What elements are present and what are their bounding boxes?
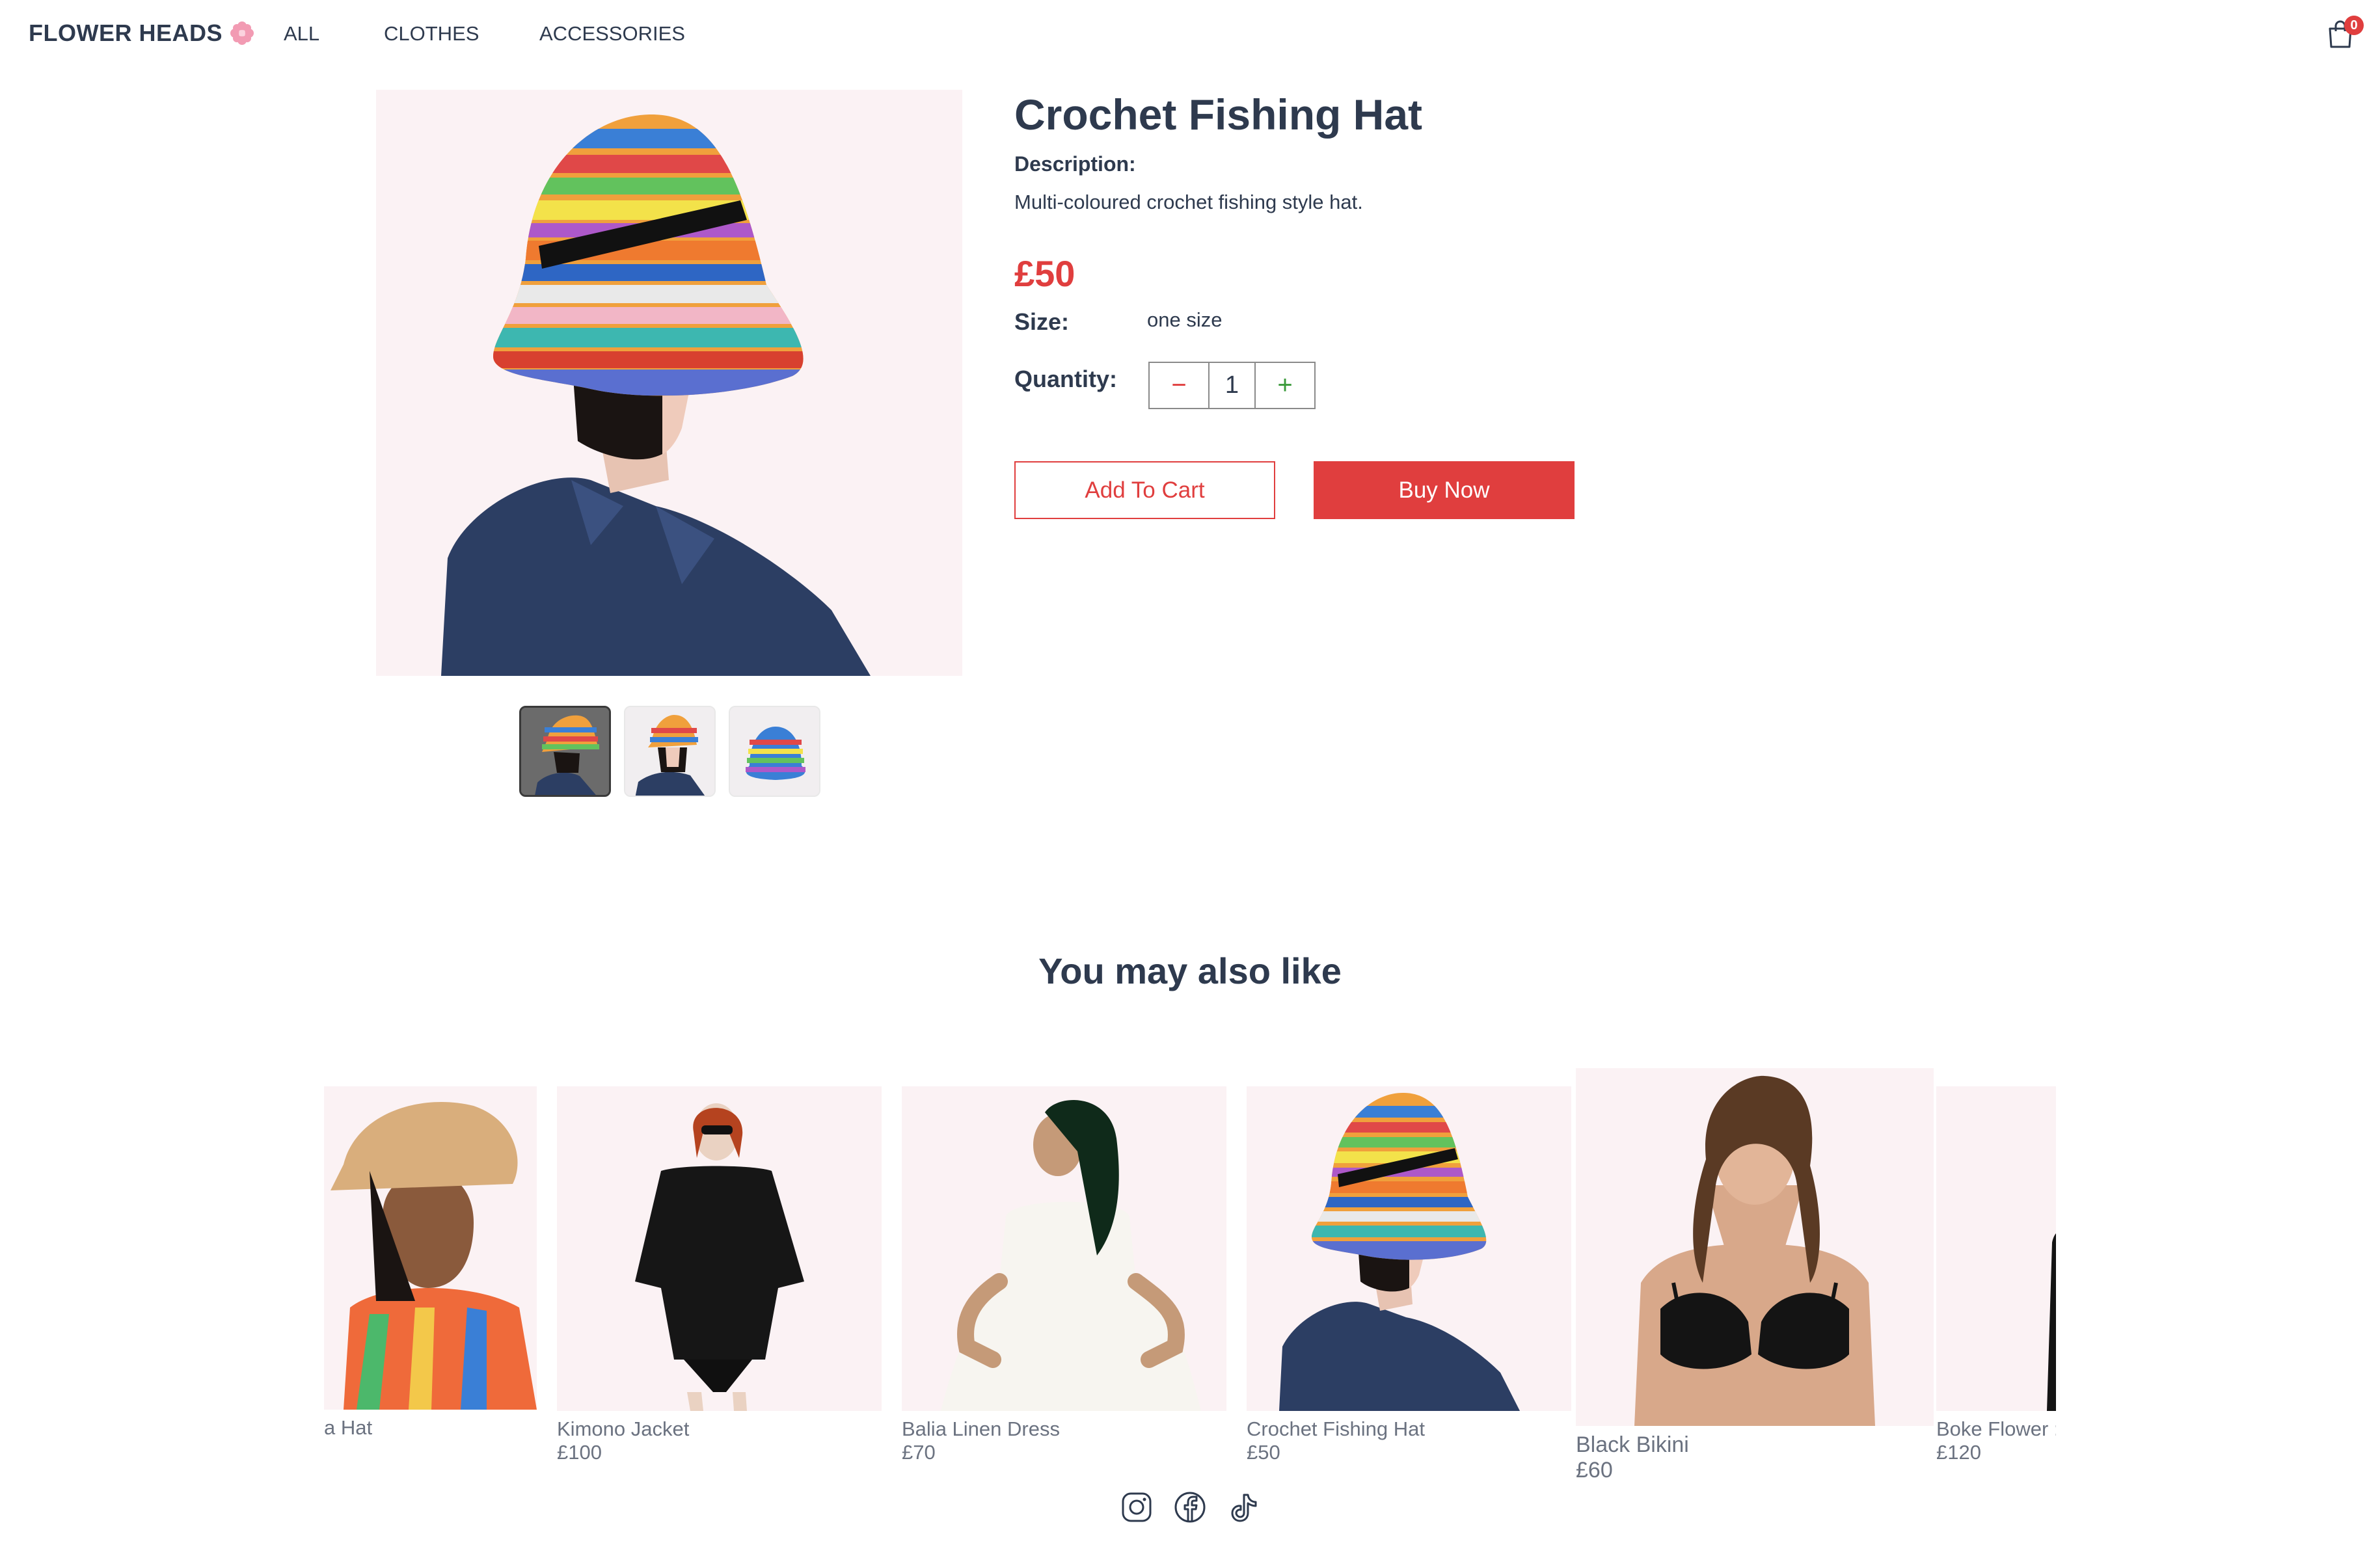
product-card-image [1936, 1086, 2056, 1411]
thumbnail-strip [519, 706, 820, 797]
product-card[interactable]: Crochet Fishing Hat £50 [1247, 1086, 1571, 1464]
instagram-icon[interactable] [1119, 1490, 1154, 1525]
cart-button[interactable]: 0 [2326, 16, 2365, 49]
product-card-image [1576, 1068, 1934, 1426]
crochet-hat-flat-thumb-image [730, 707, 819, 796]
flower-icon [230, 21, 254, 45]
facebook-icon[interactable] [1172, 1490, 1208, 1525]
buy-now-button[interactable]: Buy Now [1314, 461, 1575, 519]
quantity-value: 1 [1224, 371, 1239, 399]
crochet-hat-thumb-image [521, 708, 609, 795]
product-card-image [902, 1086, 1226, 1411]
product-card-name: Black Bikini [1576, 1432, 1689, 1457]
product-card[interactable]: Black Bikini £60 [1576, 1068, 1934, 1478]
quantity-increase-button[interactable]: + [1254, 363, 1314, 408]
product-card-name: Boke Flower : [1936, 1417, 2056, 1440]
thumbnail-2[interactable] [624, 706, 716, 797]
product-card-price: £70 [902, 1441, 936, 1464]
product-description: Multi-coloured crochet fishing style hat… [1014, 191, 1363, 213]
quantity-decrease-button[interactable]: − [1150, 363, 1210, 408]
size-label: Size: [1014, 308, 1070, 335]
product-card-name: Crochet Fishing Hat [1247, 1417, 1425, 1440]
product-card[interactable]: a Hat [324, 1086, 537, 1440]
nav-accessories[interactable]: ACCESSORIES [539, 22, 685, 46]
product-card-image [557, 1086, 882, 1411]
recommendations-carousel[interactable]: a Hat Kimono Jacket £100 Balia Linen Dre… [324, 1067, 2056, 1478]
quantity-label: Quantity: [1014, 366, 1117, 392]
recommendations-title: You may also like [1038, 950, 1342, 991]
brand-name: FLOWER HEADS [29, 20, 223, 46]
quantity-stepper: − 1 + [1148, 362, 1316, 409]
product-card-price: £50 [1247, 1441, 1280, 1464]
product-price: £50 [1014, 253, 1075, 294]
tiktok-icon[interactable] [1226, 1490, 1261, 1525]
product-card-price: £120 [1936, 1441, 1981, 1464]
navbar: FLOWER HEADS ALL CLOTHES ACCESSORIES 0 [0, 0, 2380, 72]
brand-logo[interactable]: FLOWER HEADS [29, 20, 254, 47]
product-card[interactable]: Kimono Jacket £100 [557, 1086, 882, 1464]
product-title: Crochet Fishing Hat [1014, 90, 1423, 139]
product-card-name: a Hat [324, 1416, 373, 1439]
nav-clothes[interactable]: CLOTHES [384, 22, 479, 46]
cart-count-badge: 0 [2344, 16, 2364, 35]
nav-all[interactable]: ALL [284, 22, 319, 46]
crochet-hat-front-thumb-image [625, 707, 714, 796]
product-main-image[interactable] [376, 90, 962, 676]
social-links [1119, 1490, 1261, 1525]
product-card-price: £60 [1576, 1458, 1613, 1478]
product-card[interactable]: Balia Linen Dress £70 [902, 1086, 1226, 1464]
description-label: Description: [1014, 152, 1136, 176]
thumbnail-1[interactable] [519, 706, 611, 797]
product-card-image [1247, 1086, 1571, 1411]
thumbnail-3[interactable] [729, 706, 820, 797]
product-card-name: Kimono Jacket [557, 1417, 690, 1440]
product-card-name: Balia Linen Dress [902, 1417, 1060, 1440]
product-card[interactable]: Boke Flower : £120 [1936, 1086, 2056, 1464]
product-card-image [324, 1086, 537, 1410]
size-value: one size [1147, 308, 1223, 331]
product-card-price: £100 [557, 1441, 602, 1464]
add-to-cart-button[interactable]: Add To Cart [1014, 461, 1275, 519]
crochet-hat-model-image [441, 114, 871, 676]
